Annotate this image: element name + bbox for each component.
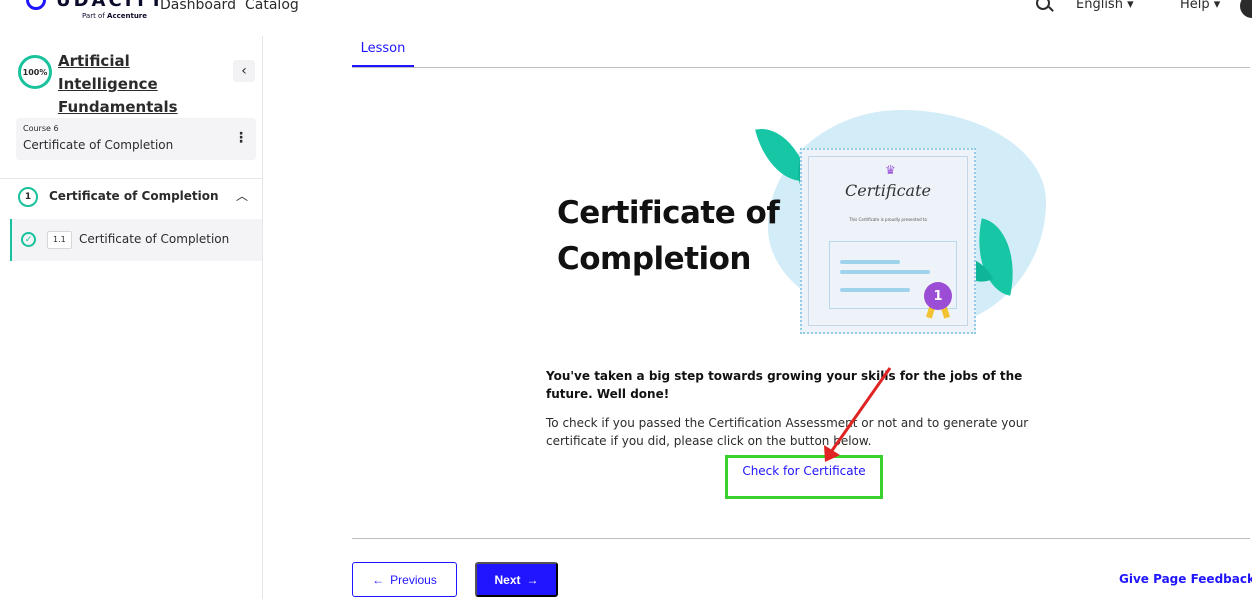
check-for-certificate-label[interactable]: Check for Certificate	[742, 464, 865, 478]
certificate-hero-illustration: ♛ Certificate This Certificate is proudl…	[546, 100, 1066, 340]
congrats-message: You've taken a big step towards growing …	[546, 369, 1023, 401]
chevron-left-icon: ‹	[241, 63, 247, 79]
instructions-text: To check if you passed the Certification…	[546, 416, 1029, 448]
course-selector[interactable]: Course 6 Certificate of Completion ⋮	[16, 118, 256, 160]
section-title: Certificate of Completion	[49, 189, 219, 203]
language-selector[interactable]: English ▾	[1076, 0, 1134, 12]
footer-divider	[352, 538, 1250, 539]
logo-wordmark[interactable]: UDACITY	[56, 0, 166, 11]
course-number: Course 6	[23, 124, 59, 133]
course-sidebar: 100% Artificial Intelligence Fundamental…	[0, 36, 263, 599]
sidebar-item-lesson[interactable]: ✓ 1.1 Certificate of Completion	[10, 219, 262, 261]
top-nav: UDACITY Part of Accenture Dashboard Cata…	[0, 0, 1252, 32]
help-menu[interactable]: Help ▾	[1180, 0, 1220, 12]
divider	[0, 178, 262, 179]
section-number-badge: 1	[18, 187, 38, 207]
arrow-right-icon: →	[526, 572, 539, 587]
placeholder-line	[840, 270, 930, 274]
section-header[interactable]: 1 Certificate of Completion ︿	[0, 184, 262, 212]
tab-lesson[interactable]: Lesson	[352, 38, 414, 68]
udacity-logo-icon[interactable]	[26, 0, 46, 10]
placeholder-line	[840, 260, 900, 264]
search-icon[interactable]	[1036, 0, 1050, 10]
medal-icon: 1	[924, 282, 952, 310]
course-title-link[interactable]: Artificial Intelligence Fundamentals	[58, 50, 228, 119]
lesson-number: 1.1	[47, 231, 72, 249]
check-circle-icon: ✓	[21, 232, 36, 247]
logo-tagline: Part of Accenture	[82, 12, 148, 20]
nav-catalog-link[interactable]: Catalog	[245, 0, 299, 13]
next-label: Next	[494, 572, 521, 587]
course-name: Certificate of Completion	[23, 138, 174, 152]
arrow-left-icon: ←	[372, 572, 385, 587]
certificate-graphic: ♛ Certificate This Certificate is proudl…	[800, 148, 976, 334]
placeholder-line	[840, 288, 910, 292]
tab-divider	[352, 67, 1250, 68]
collapse-sidebar-button[interactable]: ‹	[233, 60, 255, 82]
previous-button[interactable]: ← Previous	[352, 562, 457, 597]
laurel-icon: ♛	[885, 163, 896, 177]
certificate-caption: This Certificate is proudly presented to	[849, 217, 927, 222]
course-progress-ring: 100%	[18, 55, 52, 89]
lesson-title: Certificate of Completion	[79, 232, 230, 246]
hero-title: Certificate of Completion	[557, 195, 780, 277]
avatar[interactable]	[1240, 0, 1252, 18]
nav-dashboard-link[interactable]: Dashboard	[160, 0, 236, 13]
give-feedback-link[interactable]: Give Page Feedback	[1119, 572, 1252, 586]
certificate-script-text: Certificate	[845, 181, 931, 200]
progress-percent: 100%	[22, 67, 48, 77]
check-for-certificate-link[interactable]: Check for Certificate	[725, 455, 883, 499]
previous-label: Previous	[390, 572, 437, 587]
more-options-icon[interactable]: ⋮	[234, 130, 248, 146]
next-button[interactable]: Next →	[475, 562, 558, 597]
chevron-up-icon[interactable]: ︿	[236, 187, 248, 204]
